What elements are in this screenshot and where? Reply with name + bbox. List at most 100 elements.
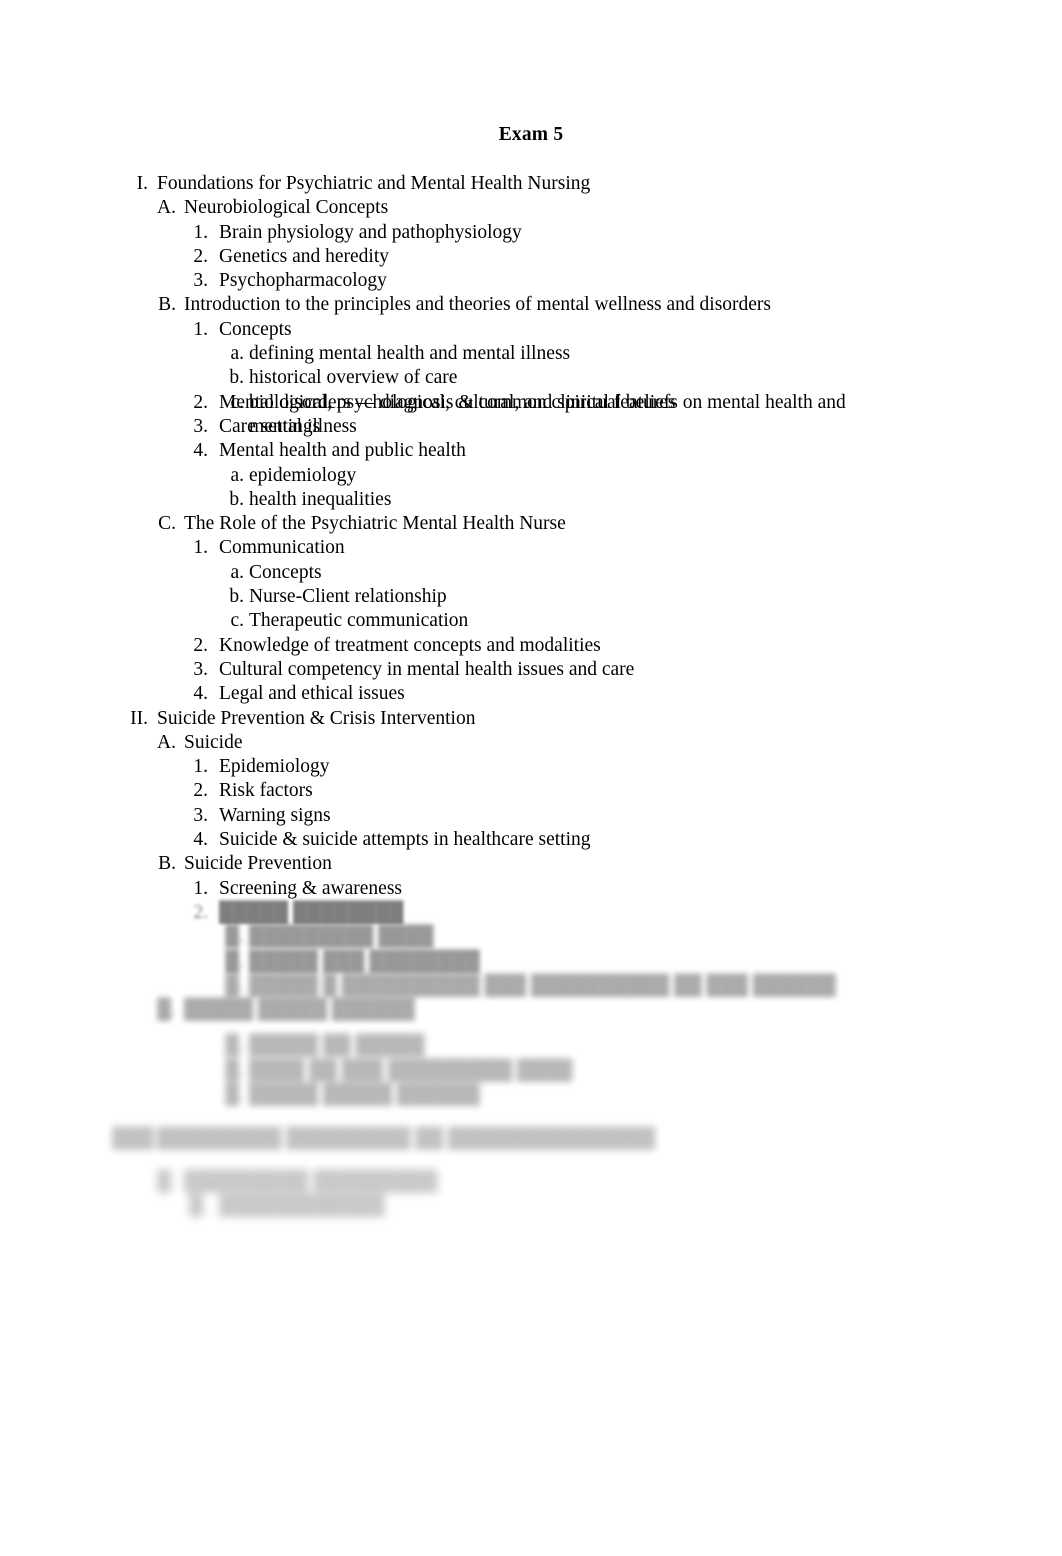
outline-item-text: ████ ██ ███ █████████ ████ — [249, 1059, 573, 1081]
outline-item-marker: 3. — [193, 415, 208, 437]
outline-item: b. historical overview of care — [0, 366, 1062, 390]
outline-item-text: Mental health and public health — [219, 440, 466, 462]
outline-item: █. ████████████ — [0, 1194, 1062, 1218]
outline-item: C. The Role of the Psychiatric Mental Hea… — [0, 512, 1062, 536]
outline-item: 1. Screening & awareness — [0, 877, 1062, 901]
outline-item: █. █████ ███ ████████ — [0, 950, 1062, 974]
outline-item-text: Communication — [219, 537, 345, 559]
outline-item: b. health inequalities — [0, 488, 1062, 512]
outline-item-text: █████ █ ██████████ ███ ██████████ ██ ███… — [249, 974, 836, 996]
outline-item: 2. █████ ████████ — [0, 901, 1062, 925]
outline-item-marker: c. — [230, 610, 244, 632]
outline-item-marker: 2. — [193, 634, 208, 656]
outline-item: 4. Mental health and public health — [0, 439, 1062, 463]
outline-item-marker: █. — [225, 950, 244, 972]
outline-item: ███. █████████ █████████ ██ █████████████… — [0, 1127, 1062, 1151]
outline-item-marker: █. — [225, 1035, 244, 1057]
outline-item: a. defining mental health and mental illn… — [0, 342, 1062, 366]
outline-item-text: Epidemiology — [219, 756, 330, 778]
outline-item: a. Concepts — [0, 561, 1062, 585]
outline-item-marker: II. — [130, 707, 148, 729]
outline-item-marker: █. — [157, 999, 176, 1021]
outline-item-marker: B. — [158, 853, 176, 875]
outline-item-marker: █. — [225, 1059, 244, 1081]
outline-item-marker: █. — [225, 974, 244, 996]
outline-item: █. █████████ █████████ — [0, 1170, 1062, 1194]
outline-item: 4. Suicide & suicide attempts in healthca… — [0, 828, 1062, 852]
outline-item-marker: █. — [157, 1170, 176, 1192]
outline-item-text: Foundations for Psychiatric and Mental H… — [157, 173, 591, 194]
outline-item: 2. Risk factors — [0, 779, 1062, 803]
outline-item-marker: 1. — [193, 221, 208, 243]
outline-item-text: defining mental health and mental illnes… — [249, 343, 571, 365]
outline-item-text: Warning signs — [219, 804, 331, 826]
outline-item: II. Suicide Prevention & Crisis Intervent… — [0, 707, 1062, 731]
outline-item-text: Risk factors — [219, 780, 313, 802]
outline-item-marker: 1. — [193, 537, 208, 559]
outline-item-text: Suicide Prevention — [184, 853, 332, 875]
outline-item: c. Therapeutic communication — [0, 609, 1062, 633]
outline-item: 3. Cultural competency in mental health i… — [0, 658, 1062, 682]
outline-item: 3. Care settings — [0, 415, 1062, 439]
outline-item-marker: 1. — [193, 318, 208, 340]
outline-item-marker: 4. — [193, 829, 208, 851]
outline-item-text: █████ █████ ██████ — [184, 999, 415, 1021]
outline-item-text: Suicide Prevention & Crisis Intervention — [157, 707, 476, 729]
outline-item: 3. Psychopharmacology — [0, 269, 1062, 293]
outline-item-text: █████████ █████████ — [184, 1170, 438, 1192]
outline-item-text: █████ ████████ — [219, 901, 404, 923]
outline-item-marker: A. — [157, 197, 176, 219]
outline-item-marker: a. — [230, 343, 244, 365]
outline-item-marker: b. — [229, 367, 244, 389]
outline-item-text: Care settings — [219, 415, 321, 437]
outline-item-text: health inequalities — [249, 488, 392, 510]
outline-item-marker: 3. — [193, 804, 208, 826]
outline-item-marker: a. — [230, 464, 244, 486]
outline-item-text: Introduction to the principles and theor… — [184, 294, 772, 316]
outline-item-text: Psychopharmacology — [219, 270, 387, 292]
outline-item: █. █████ █ ██████████ ███ ██████████ ██ █… — [0, 974, 1062, 998]
outline-item: B. Introduction to the principles and the… — [0, 293, 1062, 317]
outline-item-marker: 2. — [193, 245, 208, 267]
outline-item-marker: █. — [189, 1194, 208, 1216]
outline-item-text: Screening & awareness — [219, 877, 403, 899]
page-title: Exam 5 — [498, 124, 564, 145]
outline-item-marker: 2. — [193, 780, 208, 802]
outline-item-marker: a. — [230, 561, 244, 583]
outline-item-marker: A. — [157, 731, 176, 753]
outline-item-text: █████████ ████ — [249, 926, 434, 948]
outline-item-marker: 4. — [193, 440, 208, 462]
outline-item: I. Foundations for Psychiatric and Mental… — [0, 172, 1062, 196]
outline-item-text: Suicide — [184, 731, 243, 753]
outline-item: 2. Knowledge of treatment concepts and mo… — [0, 634, 1062, 658]
outline-item: █. █████████ ████ — [0, 925, 1062, 949]
outline-item-text: █████ █████ ██████ — [249, 1083, 480, 1105]
outline-item-marker: █. — [225, 1083, 244, 1105]
outline-item-marker: 2. — [193, 901, 208, 923]
outline-item-marker: 1. — [193, 877, 208, 899]
outline-item: a. epidemiology — [0, 464, 1062, 488]
outline-item-text: Knowledge of treatment concepts and moda… — [219, 634, 601, 656]
outline-item-text: █████████ █████████ ██ ███████████████ — [157, 1128, 656, 1150]
outline-item: b. Nurse-Client relationship — [0, 585, 1062, 609]
outline-item-text: Legal and ethical issues — [219, 683, 405, 705]
outline-item-marker: b. — [229, 586, 244, 608]
outline-item: A. Suicide — [0, 731, 1062, 755]
outline-item-text: Neurobiological Concepts — [184, 197, 389, 219]
outline-item-marker: 4. — [193, 683, 208, 705]
outline-item-marker: ███. — [112, 1128, 159, 1150]
outline-item-text: epidemiology — [249, 464, 357, 486]
outline-item-marker: 3. — [193, 658, 208, 680]
outline-item: 3. Warning signs — [0, 804, 1062, 828]
outline-item-marker: B. — [158, 294, 176, 316]
outline-item-text: Suicide & suicide attempts in healthcare… — [219, 829, 591, 851]
outline-item-text: Concepts — [219, 318, 292, 340]
outline-item: █. █████ ██ █████ — [0, 1034, 1062, 1058]
outline-item-text: Therapeutic communication — [249, 610, 469, 632]
outline-item-marker: I. — [136, 173, 148, 194]
outline-item-text: Concepts — [249, 561, 322, 583]
outline-item-text: historical overview of care — [249, 367, 458, 389]
outline-item-marker: █. — [225, 926, 244, 948]
outline-item-text: Mental disorders — diagnosis & common cl… — [219, 391, 676, 413]
outline-item: A. Neurobiological Concepts — [0, 196, 1062, 220]
